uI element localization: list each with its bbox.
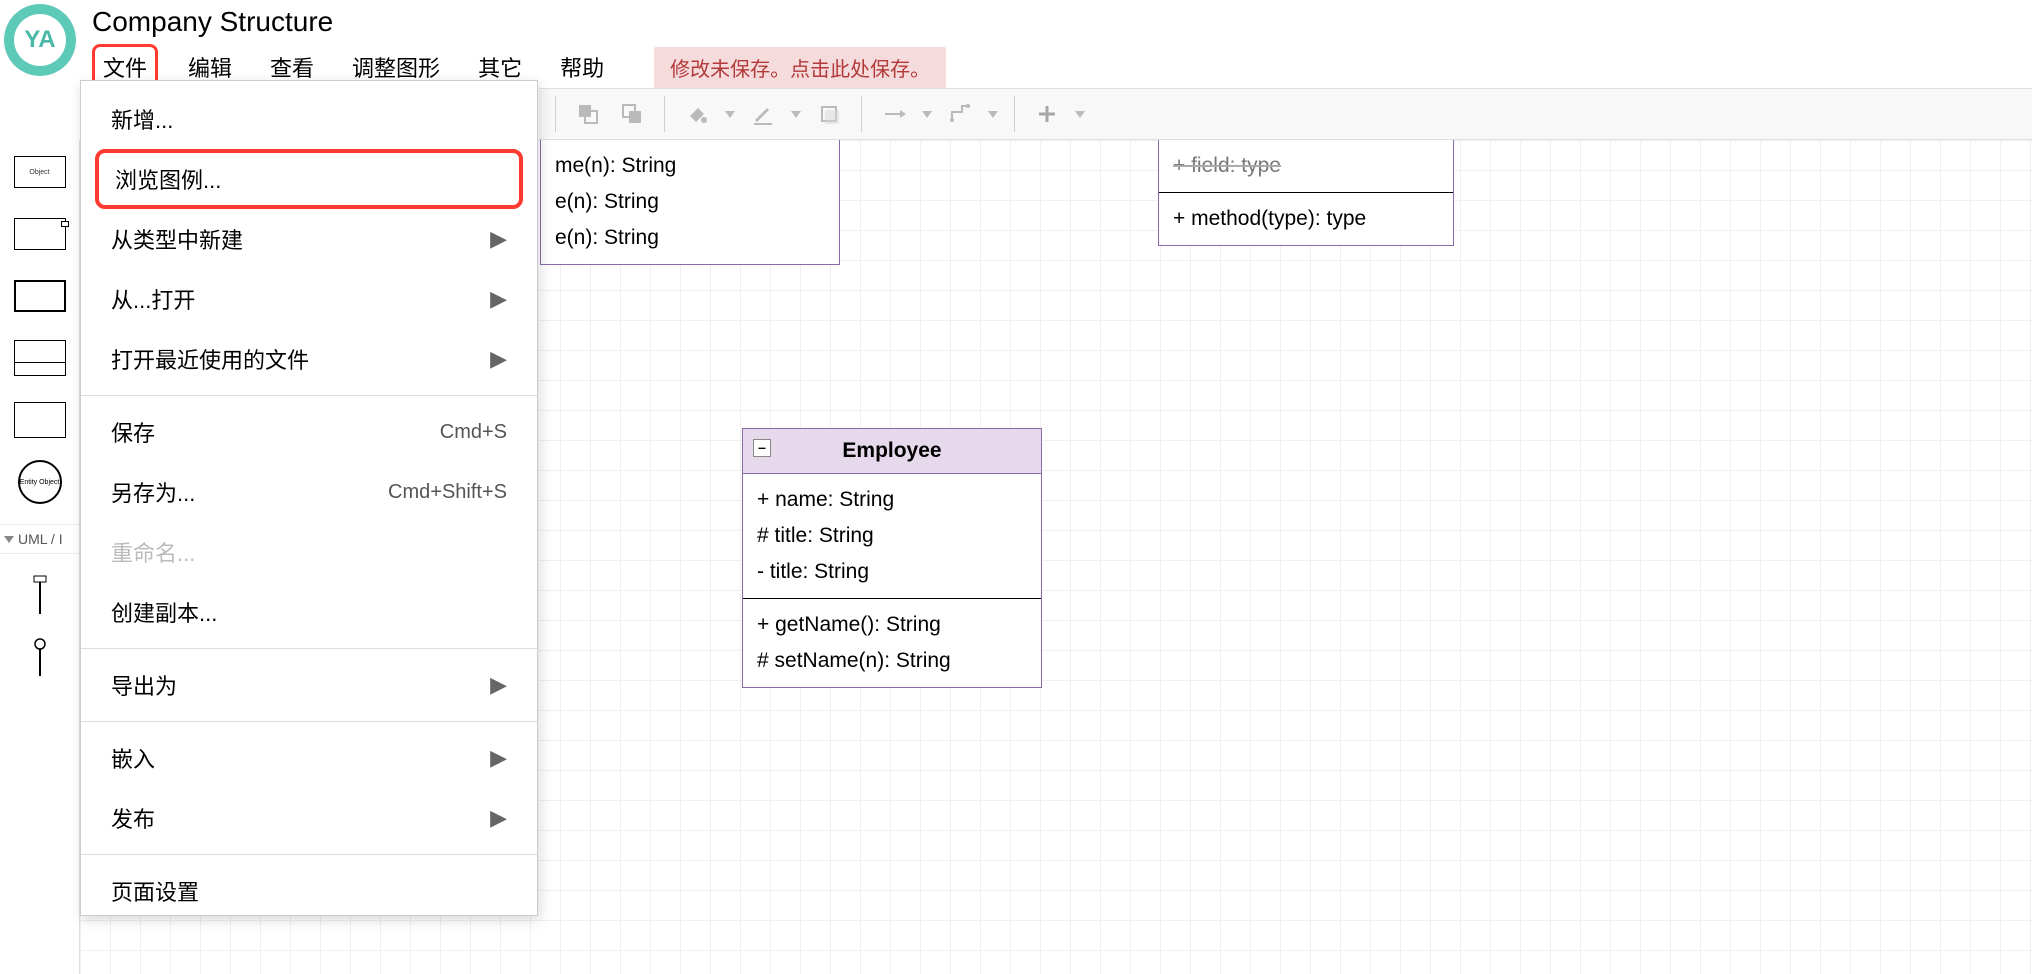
uml-method: + getName(): String xyxy=(757,607,1027,643)
shortcut-label: Cmd+Shift+S xyxy=(388,481,507,504)
menu-item-save[interactable]: 保存Cmd+S xyxy=(81,402,537,462)
shape-entity[interactable]: Entity Object xyxy=(12,462,68,502)
menu-item-rename: 重命名... xyxy=(81,522,537,582)
uml-method: + method(type): type xyxy=(1173,201,1439,237)
add-dropdown-icon[interactable] xyxy=(1073,111,1087,118)
menu-item-page-setup[interactable]: 页面设置 xyxy=(81,861,537,907)
add-icon[interactable] xyxy=(1029,96,1065,132)
shape-class[interactable] xyxy=(12,276,68,316)
shape-interface[interactable] xyxy=(12,400,68,440)
uml-class-partial-left[interactable]: me(n): String e(n): String e(n): String xyxy=(540,140,840,265)
shape-lollipop[interactable] xyxy=(12,576,68,616)
line-color-dropdown-icon[interactable] xyxy=(789,111,803,118)
uml-method: # setName(n): String xyxy=(757,643,1027,679)
to-front-icon[interactable] xyxy=(570,96,606,132)
app-header: YA Company Structure 文件 编辑 查看 调整图形 其它 帮助… xyxy=(0,0,2032,88)
toolbar xyxy=(539,88,2032,140)
shape-table[interactable] xyxy=(12,338,68,378)
chevron-down-icon xyxy=(4,536,14,543)
fill-color-icon[interactable] xyxy=(679,96,715,132)
uml-method: e(n): String xyxy=(555,220,825,256)
menu-item-open-recent[interactable]: 打开最近使用的文件▶ xyxy=(81,329,537,389)
menu-item-embed[interactable]: 嵌入▶ xyxy=(81,728,537,788)
submenu-arrow-icon: ▶ xyxy=(490,672,507,698)
submenu-arrow-icon: ▶ xyxy=(490,346,507,372)
shapes-section-label: UML / I xyxy=(18,531,63,547)
fill-color-dropdown-icon[interactable] xyxy=(723,111,737,118)
avatar-initials: YA xyxy=(14,14,66,66)
shortcut-label: Cmd+S xyxy=(440,421,507,444)
menu-item-publish[interactable]: 发布▶ xyxy=(81,788,537,848)
uml-field: - title: String xyxy=(757,554,1027,590)
shapes-sidebar: Object Entity Object UML / I xyxy=(0,140,80,974)
page-title[interactable]: Company Structure xyxy=(92,0,2032,42)
shadow-icon[interactable] xyxy=(811,96,847,132)
line-color-icon[interactable] xyxy=(745,96,781,132)
menu-item-open-from[interactable]: 从...打开▶ xyxy=(81,269,537,329)
submenu-arrow-icon: ▶ xyxy=(490,805,507,831)
uml-field: # title: String xyxy=(757,518,1027,554)
avatar[interactable]: YA xyxy=(4,4,76,76)
uml-class-employee[interactable]: – Employee + name: String # title: Strin… xyxy=(742,428,1042,688)
menu-help[interactable]: 帮助 xyxy=(552,47,612,87)
shape-required[interactable] xyxy=(12,638,68,678)
menu-item-new[interactable]: 新增... xyxy=(81,89,537,149)
to-back-icon[interactable] xyxy=(614,96,650,132)
save-notice[interactable]: 修改未保存。点击此处保存。 xyxy=(654,47,946,88)
menu-item-make-copy[interactable]: 创建副本... xyxy=(81,582,537,642)
menu-item-export[interactable]: 导出为▶ xyxy=(81,655,537,715)
menu-item-save-as[interactable]: 另存为...Cmd+Shift+S xyxy=(81,462,537,522)
menu-item-new-from-type[interactable]: 从类型中新建▶ xyxy=(81,209,537,269)
menu-item-browse-templates[interactable]: 浏览图例... xyxy=(95,149,523,209)
file-menu-dropdown: 新增... 浏览图例... 从类型中新建▶ 从...打开▶ 打开最近使用的文件▶… xyxy=(80,80,538,916)
waypoint-dropdown-icon[interactable] xyxy=(986,111,1000,118)
collapse-icon[interactable]: – xyxy=(753,439,771,457)
uml-field: + name: String xyxy=(757,482,1027,518)
shape-object[interactable]: Object xyxy=(12,152,68,192)
uml-class-title: – Employee xyxy=(743,429,1041,474)
waypoint-icon[interactable] xyxy=(942,96,978,132)
uml-method: e(n): String xyxy=(555,184,825,220)
shapes-section-uml[interactable]: UML / I xyxy=(0,524,79,554)
connection-icon[interactable] xyxy=(876,96,912,132)
submenu-arrow-icon: ▶ xyxy=(490,286,507,312)
shape-component[interactable] xyxy=(12,214,68,254)
uml-method: me(n): String xyxy=(555,148,825,184)
uml-class-partial-right[interactable]: + field: type + method(type): type xyxy=(1158,140,1454,246)
connection-dropdown-icon[interactable] xyxy=(920,111,934,118)
submenu-arrow-icon: ▶ xyxy=(490,226,507,252)
submenu-arrow-icon: ▶ xyxy=(490,745,507,771)
uml-field: + field: type xyxy=(1173,148,1439,184)
